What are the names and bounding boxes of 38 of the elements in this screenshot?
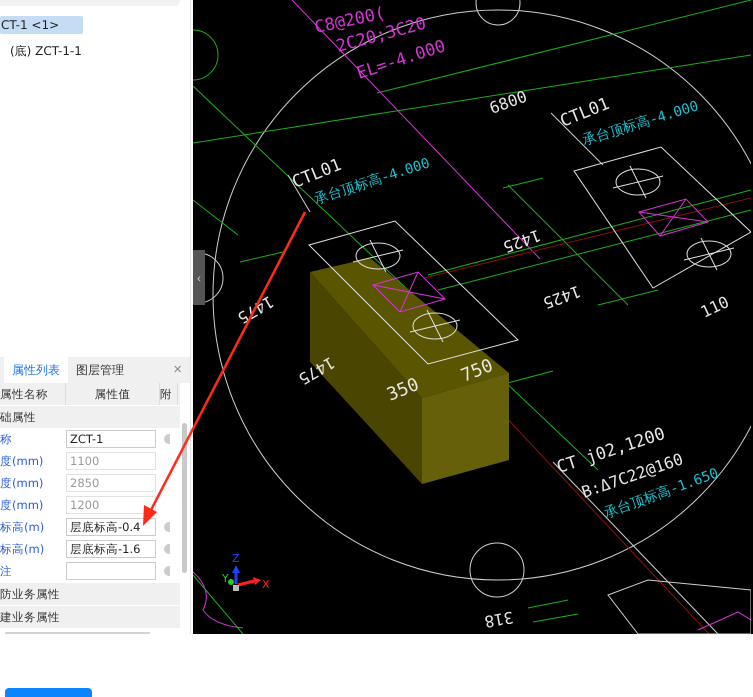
property-name: 注 (0, 564, 13, 578)
group-row[interactable]: 建业务属性 (0, 605, 180, 628)
property-name: 度(mm) (0, 476, 44, 490)
collapse-handle[interactable]: ‹ (193, 250, 205, 305)
tree-item[interactable]: CT-1 <1> (0, 16, 83, 34)
attachment-icon[interactable] (164, 544, 170, 554)
attachment-icon[interactable] (164, 434, 170, 444)
axis-label: X (262, 578, 270, 591)
group-row[interactable]: 防业务属性 (0, 582, 180, 605)
group-row[interactable]: 础属性 (0, 405, 180, 428)
property-name: 标高(m) (0, 520, 46, 534)
cad-text: 6800 (486, 86, 530, 118)
panel-tab[interactable]: 图层管理 (68, 357, 132, 383)
property-name: 度(mm) (0, 498, 44, 512)
cad-text: 1475 (295, 352, 338, 389)
property-name: 标高(m) (0, 542, 46, 556)
scrollbar[interactable] (5, 632, 150, 634)
scrollbar[interactable] (182, 423, 187, 573)
cad-text: 1425 (500, 226, 544, 257)
property-value-field[interactable]: 层底标高-0.4 (66, 518, 156, 536)
attachment-icon[interactable] (164, 522, 170, 532)
axis-gizmo-icon (228, 565, 261, 591)
tree-item[interactable]: (底) ZCT-1-1 (0, 42, 82, 60)
attachment-icon[interactable] (164, 566, 170, 576)
cad-text: 318 (483, 608, 515, 632)
axis-label: Z (232, 552, 240, 565)
property-value-field[interactable]: ZCT-1 (66, 430, 156, 448)
property-name: 度(mm) (0, 454, 44, 468)
cad-text: 750 (458, 354, 496, 387)
axis-label: Y (222, 572, 229, 585)
action-button[interactable] (5, 688, 92, 697)
property-name: 称 (0, 432, 13, 446)
cad-text: 110 (698, 292, 732, 322)
cad-text: 1425 (540, 282, 584, 313)
cad-text: 350 (384, 374, 422, 406)
property-value-field[interactable] (66, 562, 156, 580)
panel-tab[interactable]: 属性列表 (4, 357, 68, 383)
property-value-field[interactable]: 层底标高-1.6 (66, 540, 156, 558)
